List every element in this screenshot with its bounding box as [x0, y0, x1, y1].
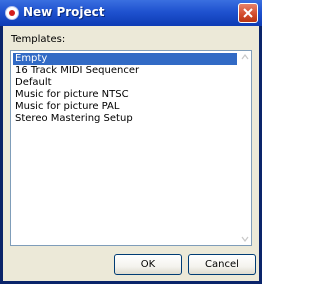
scroll-down-arrow-icon[interactable]: [240, 234, 250, 244]
title-bar[interactable]: New Project: [0, 0, 262, 26]
window-title: New Project: [23, 5, 105, 19]
vertical-scrollbar[interactable]: [240, 52, 250, 244]
app-logo-icon: [5, 6, 19, 20]
template-item-pal[interactable]: Music for picture PAL: [13, 101, 237, 113]
close-icon: [243, 8, 253, 18]
template-item-empty[interactable]: Empty: [13, 53, 237, 65]
new-project-dialog: New Project Templates: Empty 16 Track MI…: [0, 0, 262, 284]
template-item-ntsc[interactable]: Music for picture NTSC: [13, 89, 237, 101]
scroll-up-arrow-icon[interactable]: [240, 52, 250, 62]
dialog-body: Templates: Empty 16 Track MIDI Sequencer…: [3, 26, 259, 281]
templates-list[interactable]: Empty 16 Track MIDI Sequencer Default Mu…: [10, 50, 252, 246]
template-item-16-track-midi[interactable]: 16 Track MIDI Sequencer: [13, 65, 237, 77]
template-item-stereo-mastering[interactable]: Stereo Mastering Setup: [13, 113, 237, 125]
cancel-button[interactable]: Cancel: [188, 254, 256, 275]
templates-label: Templates:: [11, 34, 66, 45]
template-item-default[interactable]: Default: [13, 77, 237, 89]
close-button[interactable]: [238, 3, 258, 23]
ok-button[interactable]: OK: [114, 254, 182, 275]
